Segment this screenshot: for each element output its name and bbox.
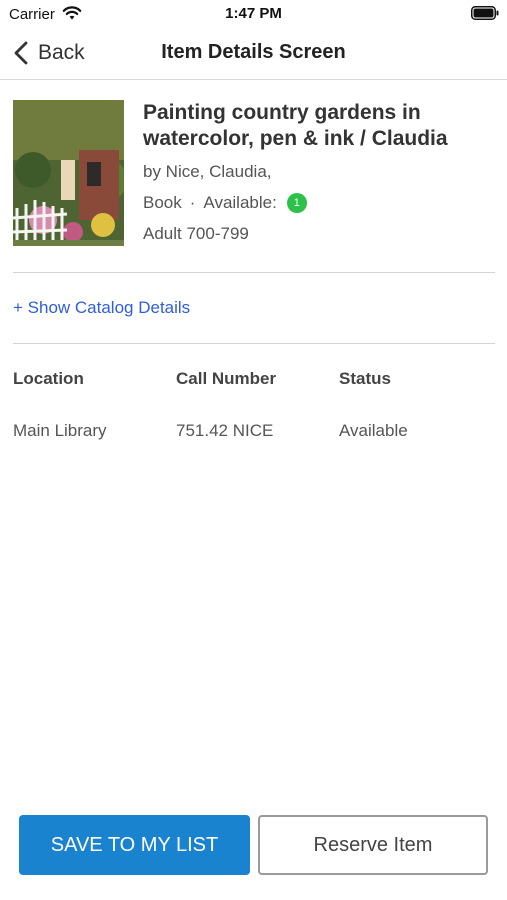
book-cover-image[interactable] [13,100,124,246]
available-count-badge: 1 [286,193,307,213]
status-cell: Available [339,421,408,440]
divider [13,343,495,344]
table-header-row: Location Call Number Status [13,369,495,389]
table-row: Main Library 751.42 NICE Available [13,421,495,441]
navigation-bar: Back Item Details Screen [0,28,507,80]
column-header-location: Location [13,369,84,388]
item-info: Painting country gardens in watercolor, … [143,100,495,244]
holdings-table: Location Call Number Status Main Library… [13,369,495,441]
item-title: Painting country gardens in watercolor, … [143,101,448,150]
battery-icon [471,6,499,20]
item-header: Painting country gardens in watercolor, … [13,100,495,250]
availability-label: Available: [203,193,277,212]
page-title: Item Details Screen [161,41,346,63]
format-availability: Book · Available: 1 [143,193,495,213]
separator-dot: · [189,193,196,212]
reserve-item-button[interactable]: Reserve Item [258,815,488,875]
location-cell: Main Library [13,421,107,440]
call-number-cell: 751.42 NICE [176,421,274,440]
divider [13,272,495,273]
column-header-call-number: Call Number [176,369,277,388]
status-bar: Carrier 1:47 PM [0,0,507,28]
item-format: Book [143,193,182,212]
status-time: 1:47 PM [225,5,282,22]
show-catalog-details-link[interactable]: + Show Catalog Details [13,298,190,318]
save-to-my-list-button[interactable]: SAVE TO MY LIST [19,815,250,875]
column-header-status: Status [339,369,391,388]
item-author: by Nice, Claudia, [143,162,272,181]
item-collection: Adult 700-799 [143,224,249,243]
